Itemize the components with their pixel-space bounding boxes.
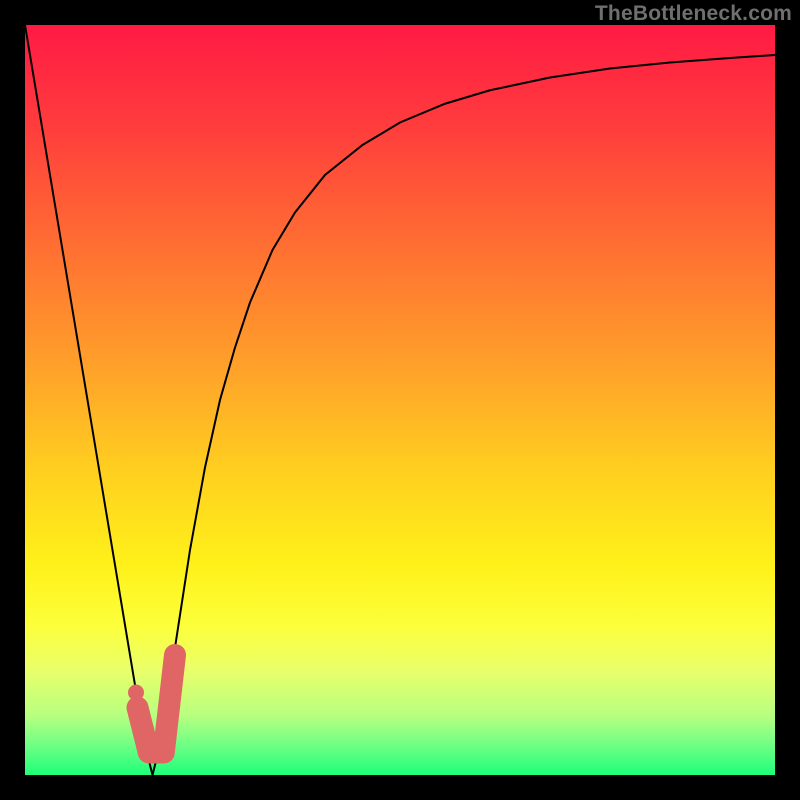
curve-layer	[25, 25, 775, 775]
optimal-marker-dot	[128, 685, 144, 701]
chart-frame: TheBottleneck.com	[0, 0, 800, 800]
optimal-marker-j	[138, 655, 176, 753]
watermark-text: TheBottleneck.com	[595, 2, 792, 26]
bottleneck-curve	[25, 25, 775, 775]
plot-area	[25, 25, 775, 775]
